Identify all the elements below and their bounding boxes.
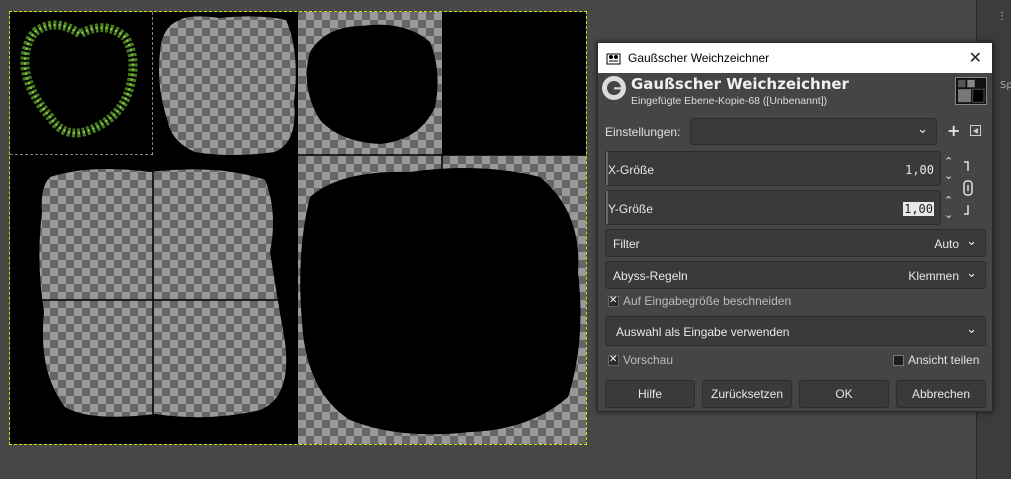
plus-icon[interactable]: + bbox=[947, 121, 960, 140]
split-view-checkbox[interactable]: Ansicht teilen bbox=[893, 353, 979, 367]
gimp-window: ⋮ Sp Gaußscher Weichzeichner ✕ Gaußscher… bbox=[0, 0, 1011, 479]
checkbox-icon[interactable] bbox=[608, 295, 619, 307]
spin-up-icon[interactable]: ⌃ bbox=[944, 194, 954, 208]
chevron-down-icon: ⌄ bbox=[966, 266, 977, 281]
preview-label: Vorschau bbox=[623, 353, 674, 367]
abyss-policy-combo[interactable]: Abyss-Regeln Klemmen ⌄ bbox=[605, 261, 986, 289]
layer-thumbnail bbox=[955, 77, 987, 105]
chevron-down-icon: ⌄ bbox=[966, 322, 977, 337]
presets-combo[interactable]: ⌄ bbox=[690, 118, 937, 145]
chevron-down-icon: ⌄ bbox=[966, 234, 977, 249]
preview-checkbox[interactable]: Vorschau bbox=[608, 353, 673, 367]
canvas-artwork bbox=[10, 12, 586, 444]
filter-value: Auto bbox=[934, 237, 959, 251]
checkbox-icon[interactable] bbox=[893, 354, 904, 366]
dock-tab-label[interactable]: Sp bbox=[1000, 80, 1011, 91]
help-button[interactable]: Hilfe bbox=[605, 380, 695, 408]
spin-down-icon[interactable]: ⌄ bbox=[944, 169, 954, 183]
chain-link-icon[interactable] bbox=[962, 161, 974, 215]
gaussian-blur-dialog: Gaußscher Weichzeichner ✕ Gaußscher Weic… bbox=[597, 42, 993, 412]
x-size-value[interactable]: 1,00 bbox=[905, 163, 934, 177]
close-icon[interactable]: ✕ bbox=[969, 48, 982, 67]
y-size-label: Y-Größe bbox=[608, 202, 653, 216]
gimp-app-icon bbox=[606, 53, 621, 65]
checkbox-icon[interactable] bbox=[608, 354, 619, 366]
image-canvas[interactable] bbox=[9, 11, 587, 445]
chevron-down-icon: ⌄ bbox=[917, 122, 928, 137]
abyss-label: Abyss-Regeln bbox=[613, 269, 688, 283]
split-view-label: Ansicht teilen bbox=[908, 353, 980, 367]
abyss-value: Klemmen bbox=[908, 269, 959, 283]
selection-input-combo[interactable]: Auswahl als Eingabe verwenden ⌄ bbox=[605, 316, 986, 346]
presets-label: Einstellungen: bbox=[605, 125, 681, 139]
ok-button[interactable]: OK bbox=[799, 380, 889, 408]
dialog-titlebar[interactable]: Gaußscher Weichzeichner ✕ bbox=[598, 43, 992, 73]
y-size-stepper[interactable]: ⌃ ⌄ bbox=[944, 194, 954, 222]
menu-arrow-icon[interactable] bbox=[970, 125, 981, 136]
selection-input-label: Auswahl als Eingabe verwenden bbox=[616, 325, 790, 339]
reset-button[interactable]: Zurücksetzen bbox=[702, 380, 792, 408]
x-size-spinscale[interactable]: X-Größe 1,00 bbox=[605, 151, 941, 186]
dialog-title: Gaußscher Weichzeichner bbox=[628, 51, 770, 65]
header-subtitle: Eingefügte Ebene-Kopie-68 ([Unbenannt]) bbox=[631, 95, 828, 107]
filter-label: Filter bbox=[613, 237, 640, 251]
cancel-button[interactable]: Abbrechen bbox=[896, 380, 986, 408]
dock-handle-icon[interactable]: ⋮ bbox=[997, 12, 1007, 28]
clip-input-label: Auf Eingabegröße beschneiden bbox=[623, 294, 792, 308]
dialog-header: Gaußscher Weichzeichner Eingefügte Ebene… bbox=[598, 73, 992, 113]
filter-combo[interactable]: Filter Auto ⌄ bbox=[605, 229, 986, 257]
spin-up-icon[interactable]: ⌃ bbox=[944, 155, 954, 169]
x-size-stepper[interactable]: ⌃ ⌄ bbox=[944, 155, 954, 183]
spin-down-icon[interactable]: ⌄ bbox=[944, 208, 954, 222]
header-title: Gaußscher Weichzeichner bbox=[631, 75, 849, 93]
gimp-g-icon bbox=[602, 76, 626, 100]
y-size-spinscale[interactable]: Y-Größe 1,00 bbox=[605, 190, 941, 225]
clip-input-checkbox[interactable]: Auf Eingabegröße beschneiden bbox=[608, 294, 791, 308]
y-size-value[interactable]: 1,00 bbox=[903, 202, 934, 216]
x-size-label: X-Größe bbox=[608, 163, 655, 177]
